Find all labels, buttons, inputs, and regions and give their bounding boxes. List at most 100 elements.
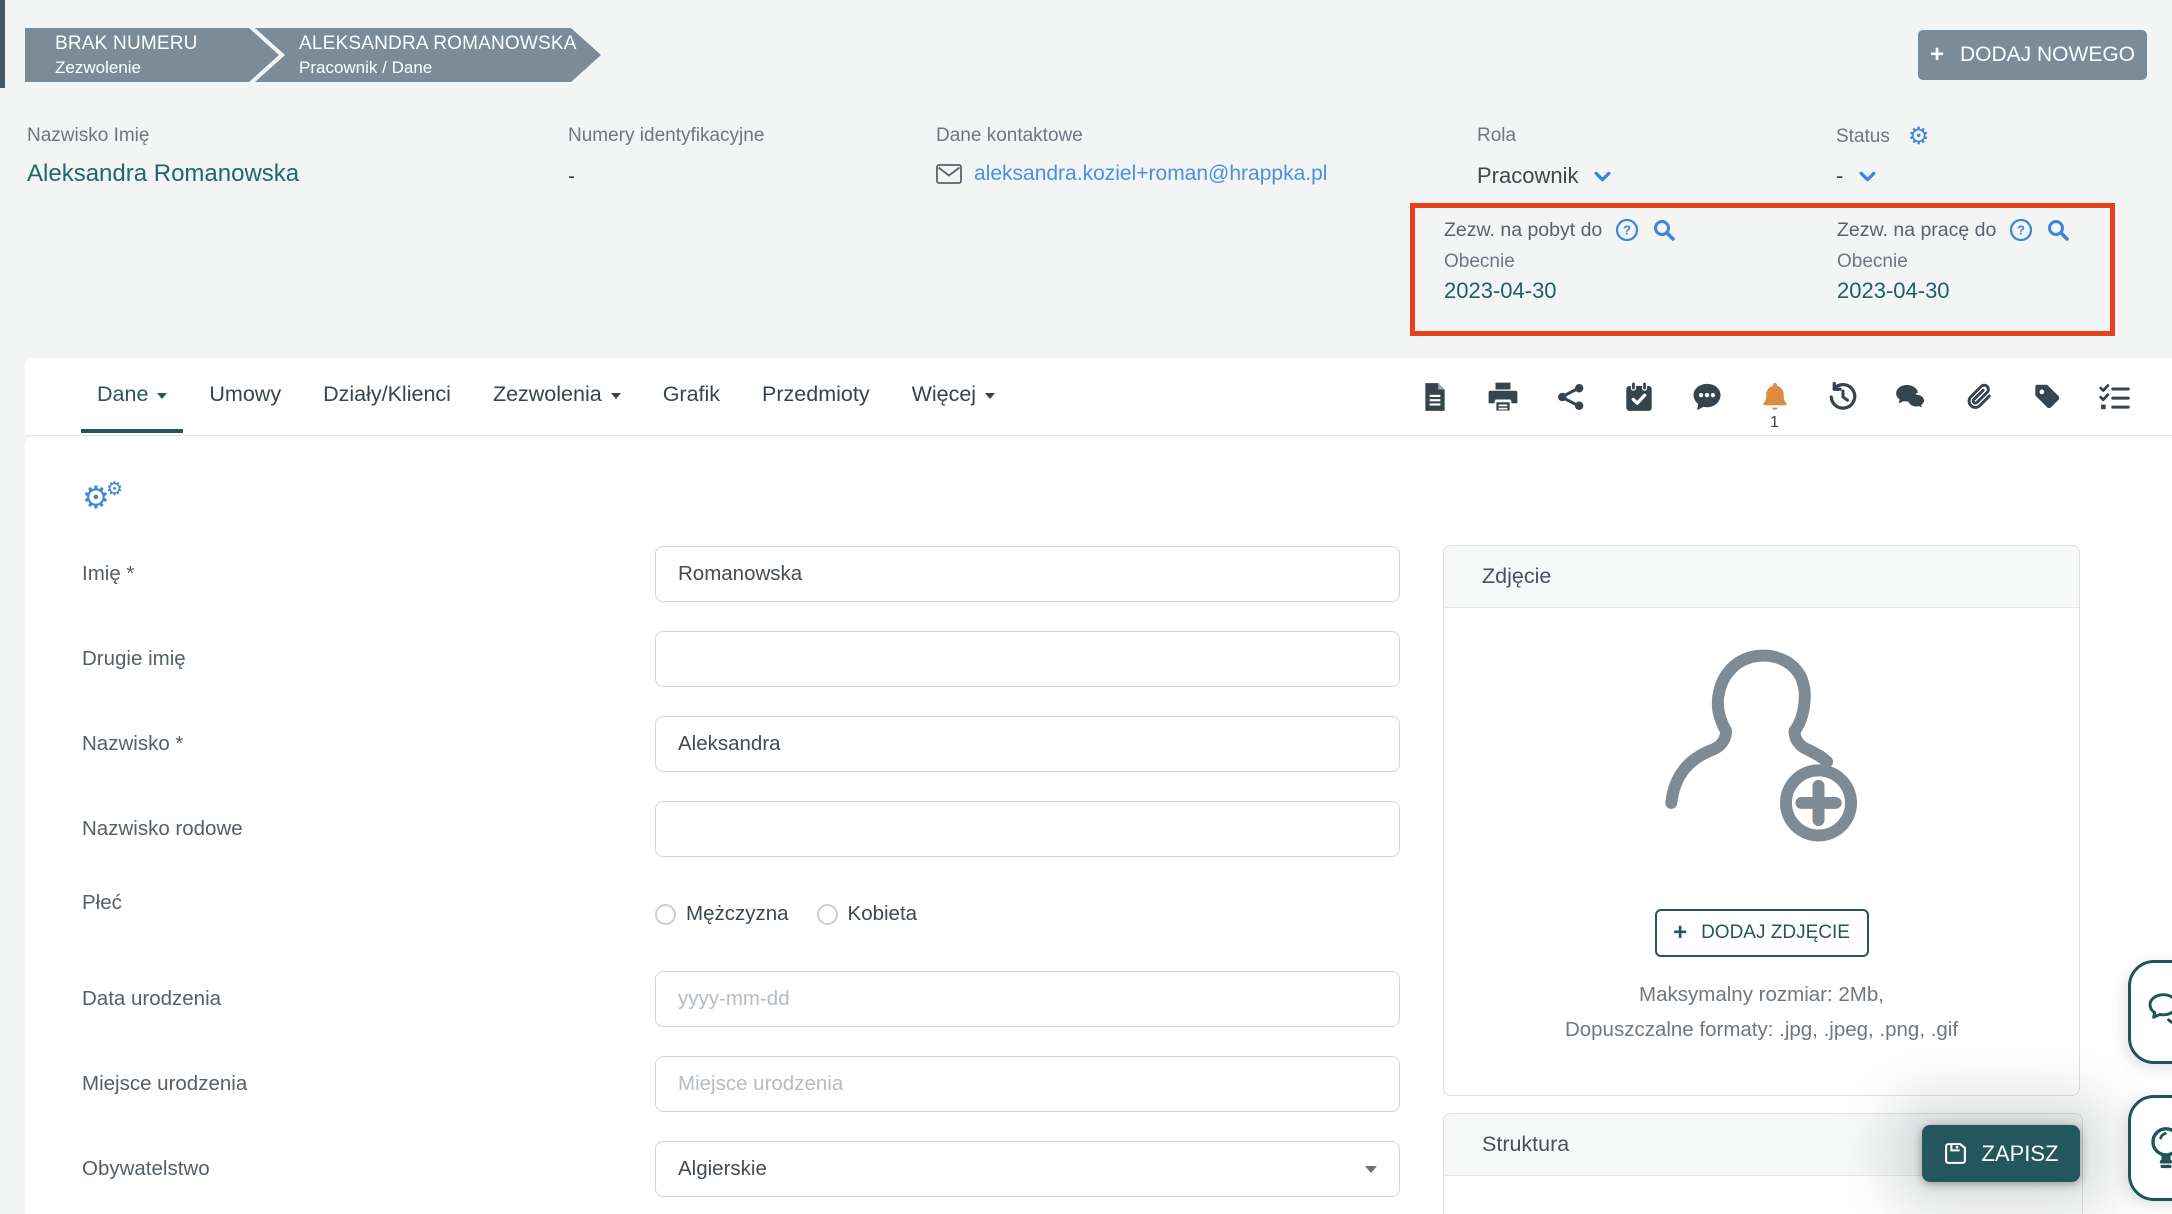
status-label: Status [1836,126,1890,148]
add-new-button[interactable]: + DODAJ NOWEGO [1918,30,2147,80]
tab-label: Działy/Klienci [323,382,451,407]
share-button[interactable] [1555,381,1586,412]
avatar-add-icon [1642,618,1882,868]
tabs: Dane Umowy Działy/Klienci Zezwolenia Gra… [81,358,1021,435]
list-check-icon [2099,382,2130,412]
residence-permit-block: Zezw. na pobyt do ? Obecnie 2023-04-30 [1444,218,1774,304]
search-icon[interactable] [1652,218,1676,242]
caret-down-icon [157,393,167,399]
chevron-down-icon [1594,171,1611,182]
work-permit-block: Zezw. na pracę do ? Obecnie 2023-04-30 [1837,218,2167,304]
breadcrumb-permit-subtitle: Zezwolenie [55,57,279,78]
status-value: - [1836,163,1843,189]
residence-permit-date: 2023-04-30 [1444,278,1774,304]
breadcrumb-employee[interactable]: ALEKSANDRA ROMANOWSKA Pracownik / Dane [255,28,601,82]
form-row-family-name: Nazwisko rodowe [82,801,1432,857]
first-name-label: Imię * [82,562,655,586]
tab-dane[interactable]: Dane [81,360,183,433]
first-name-input[interactable] [655,546,1400,602]
gear-icon: ⚙ [106,480,123,499]
tab-dzialy-klienci[interactable]: Działy/Klienci [307,360,467,433]
notifications-button[interactable]: 1 [1759,381,1790,412]
form-row-birth-place: Miejsce urodzenia [82,1056,1432,1112]
gender-female-radio[interactable]: Kobieta [817,902,918,926]
tab-label: Przedmioty [762,382,870,407]
photo-panel-title: Zdjęcie [1482,564,1551,589]
work-permit-period: Obecnie [1837,251,2167,273]
birth-place-input[interactable] [655,1056,1400,1112]
messages-button[interactable] [1895,381,1926,412]
gender-male-radio[interactable]: Mężczyzna [655,902,789,926]
breadcrumb-permit[interactable]: BRAK NUMERU Zezwolenie [25,28,279,82]
history-button[interactable] [1827,381,1858,412]
role-dropdown[interactable]: Pracownik [1477,163,1611,189]
id-numbers-label: Numery identyfikacyjne [568,125,764,147]
share-icon [1557,382,1585,412]
tab-label: Więcej [912,382,977,407]
form-settings-gears-icon[interactable]: ⚙ ⚙ [82,480,132,520]
photo-hint-size: Maksymalny rozmiar: 2Mb, [1444,983,2079,1007]
print-button[interactable] [1487,381,1518,412]
residence-permit-period: Obecnie [1444,251,1774,273]
middle-name-input[interactable] [655,631,1400,687]
birth-date-input[interactable] [655,971,1400,1027]
last-name-input[interactable] [655,716,1400,772]
status-dropdown[interactable]: - [1836,163,1876,189]
personal-data-form: Imię * Drugie imię Nazwisko * Nazwisko r… [82,546,1432,1214]
citizenship-select[interactable]: Algierskie [655,1141,1400,1197]
breadcrumb-permit-title: BRAK NUMERU [55,32,279,56]
tasks-button[interactable] [2099,381,2130,412]
name-label: Nazwisko Imię [27,125,149,147]
last-name-label: Nazwisko * [82,732,655,756]
help-icon[interactable]: ? [1615,218,1639,242]
plus-icon: + [1673,921,1687,945]
comments-icon [1895,382,1926,412]
add-photo-button[interactable]: + DODAJ ZDJĘCIE [1655,909,1869,957]
svg-text:?: ? [1623,223,1631,238]
photo-hint-formats: Dopuszczalne formaty: .jpg, .jpeg, .png,… [1444,1018,2079,1042]
svg-text:?: ? [2017,223,2025,238]
birth-place-label: Miejsce urodzenia [82,1072,655,1096]
tab-wiecej[interactable]: Więcej [896,360,1012,433]
form-row-middle-name: Drugie imię [82,631,1432,687]
status-label-row: Status ⚙ [1836,125,1929,149]
citizenship-value: Algierskie [678,1157,767,1181]
caret-down-icon [1365,1166,1377,1173]
tab-przedmioty[interactable]: Przedmioty [746,360,886,433]
role-label: Rola [1477,125,1516,147]
chevron-down-icon [1859,171,1876,182]
help-icon[interactable]: ? [2009,218,2033,242]
form-row-gender: Płeć Mężczyzna Kobieta [82,886,1432,942]
save-button[interactable]: ZAPISZ [1922,1125,2080,1182]
email-link[interactable]: aleksandra.koziel+roman@hrappka.pl [974,162,1327,186]
add-photo-label: DODAJ ZDJĘCIE [1701,922,1850,944]
comment-dots-icon [1692,382,1722,412]
contact-row: aleksandra.koziel+roman@hrappka.pl [936,162,1327,186]
ideas-float-button[interactable] [2128,1095,2172,1201]
attachments-button[interactable] [1963,381,1994,412]
tags-button[interactable] [2031,381,2062,412]
tab-label: Dane [97,382,148,407]
lightbulb-icon [2147,1125,2172,1171]
family-name-input[interactable] [655,801,1400,857]
printer-icon [1488,382,1518,412]
family-name-label: Nazwisko rodowe [82,817,655,841]
role-value: Pracownik [1477,163,1578,189]
caret-down-icon [611,393,621,399]
search-icon[interactable] [2046,218,2070,242]
chat-float-button[interactable] [2128,960,2172,1064]
status-settings-gear-icon[interactable]: ⚙ [1908,125,1930,149]
notification-count-badge: 1 [1770,414,1779,432]
tab-umowy[interactable]: Umowy [193,360,297,433]
calendar-button[interactable] [1623,381,1654,412]
calendar-check-icon [1625,382,1653,412]
tab-grafik[interactable]: Grafik [647,360,736,433]
documents-button[interactable] [1419,381,1450,412]
history-icon [1828,382,1858,412]
avatar-placeholder [1642,618,1882,873]
tab-zezwolenia[interactable]: Zezwolenia [477,360,637,433]
form-row-citizenship: Obywatelstwo Algierskie [82,1141,1432,1197]
id-numbers-value: - [568,165,575,189]
left-edge-panel-sliver [0,0,5,88]
comment-button[interactable] [1691,381,1722,412]
